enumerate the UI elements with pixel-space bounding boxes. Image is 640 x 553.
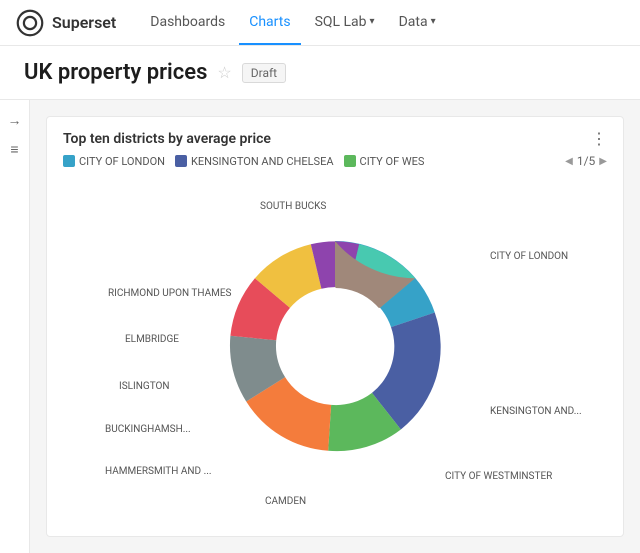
chart-title: Top ten districts by average price [63,131,271,147]
legend-label-2: CITY OF WES [360,155,425,168]
brand-name: Superset [52,13,116,32]
chart-body: CITY OF LONDON KENSINGTON AND... CITY OF… [47,176,623,515]
label-buckinghamshire: BUCKINGHAMSH... [105,424,191,435]
chart-panel: Top ten districts by average price ⋮ CIT… [46,116,624,537]
chart-options-icon[interactable]: ⋮ [591,129,607,148]
label-city-of-london: CITY OF LONDON [490,251,568,262]
draft-badge: Draft [242,63,286,83]
nav-data[interactable]: Data ▾ [389,0,446,45]
favorite-star-icon[interactable]: ☆ [217,63,231,82]
label-islington: ISLINGTON [119,381,170,392]
nav-charts[interactable]: Charts [239,0,300,45]
legend-item-2: CITY OF WES [344,155,425,168]
legend-page: 1/5 [577,154,595,168]
page-header: UK property prices ☆ Draft [0,46,640,100]
sidebar: → ≡ [0,100,30,553]
chart-header: Top ten districts by average price ⋮ [47,117,623,154]
page-title: UK property prices [24,60,207,85]
content-area: Top ten districts by average price ⋮ CIT… [30,100,640,553]
label-elmbridge: ELMBRIDGE [125,334,179,345]
sidebar-expand-icon[interactable]: → [8,112,22,129]
nav-dashboards[interactable]: Dashboards [140,0,235,45]
label-south-bucks: SOUTH BUCKS [260,201,326,212]
data-dropdown-icon: ▾ [431,16,436,27]
legend-item-0: CITY OF LONDON [63,155,165,168]
legend-color-1 [175,155,187,167]
legend-color-0 [63,155,75,167]
label-hammersmith: HAMMERSMITH AND ... [105,466,212,477]
label-kensington: KENSINGTON AND... [490,406,582,417]
brand-logo[interactable]: Superset [16,9,116,37]
legend-prev-btn[interactable]: ◀ [565,156,573,167]
label-westminster: CITY OF WESTMINSTER [445,471,552,482]
chart-legend: CITY OF LONDON KENSINGTON AND CHELSEA CI… [47,154,623,176]
legend-next-btn[interactable]: ▶ [599,156,607,167]
navbar: Superset Dashboards Charts SQL Lab ▾ Dat… [0,0,640,46]
chart-area: CITY OF LONDON KENSINGTON AND... CITY OF… [105,176,565,516]
legend-label-0: CITY OF LONDON [79,155,165,168]
legend-color-2 [344,155,356,167]
donut-hole [277,288,393,404]
sidebar-filter-icon[interactable]: ≡ [10,141,18,158]
nav-sqllab[interactable]: SQL Lab ▾ [305,0,385,45]
label-richmond: RICHMOND UPON THAMES [108,288,231,299]
legend-label-1: KENSINGTON AND CHELSEA [191,155,334,168]
nav-links: Dashboards Charts SQL Lab ▾ Data ▾ [140,0,445,45]
label-camden: CAMDEN [265,496,306,507]
legend-item-1: KENSINGTON AND CHELSEA [175,155,334,168]
sqllab-dropdown-icon: ▾ [370,16,375,27]
superset-logo-icon [16,9,44,37]
donut-chart-svg [185,196,485,496]
legend-pagination: ◀ 1/5 ▶ [565,154,607,168]
main-content: → ≡ Top ten districts by average price ⋮… [0,100,640,553]
